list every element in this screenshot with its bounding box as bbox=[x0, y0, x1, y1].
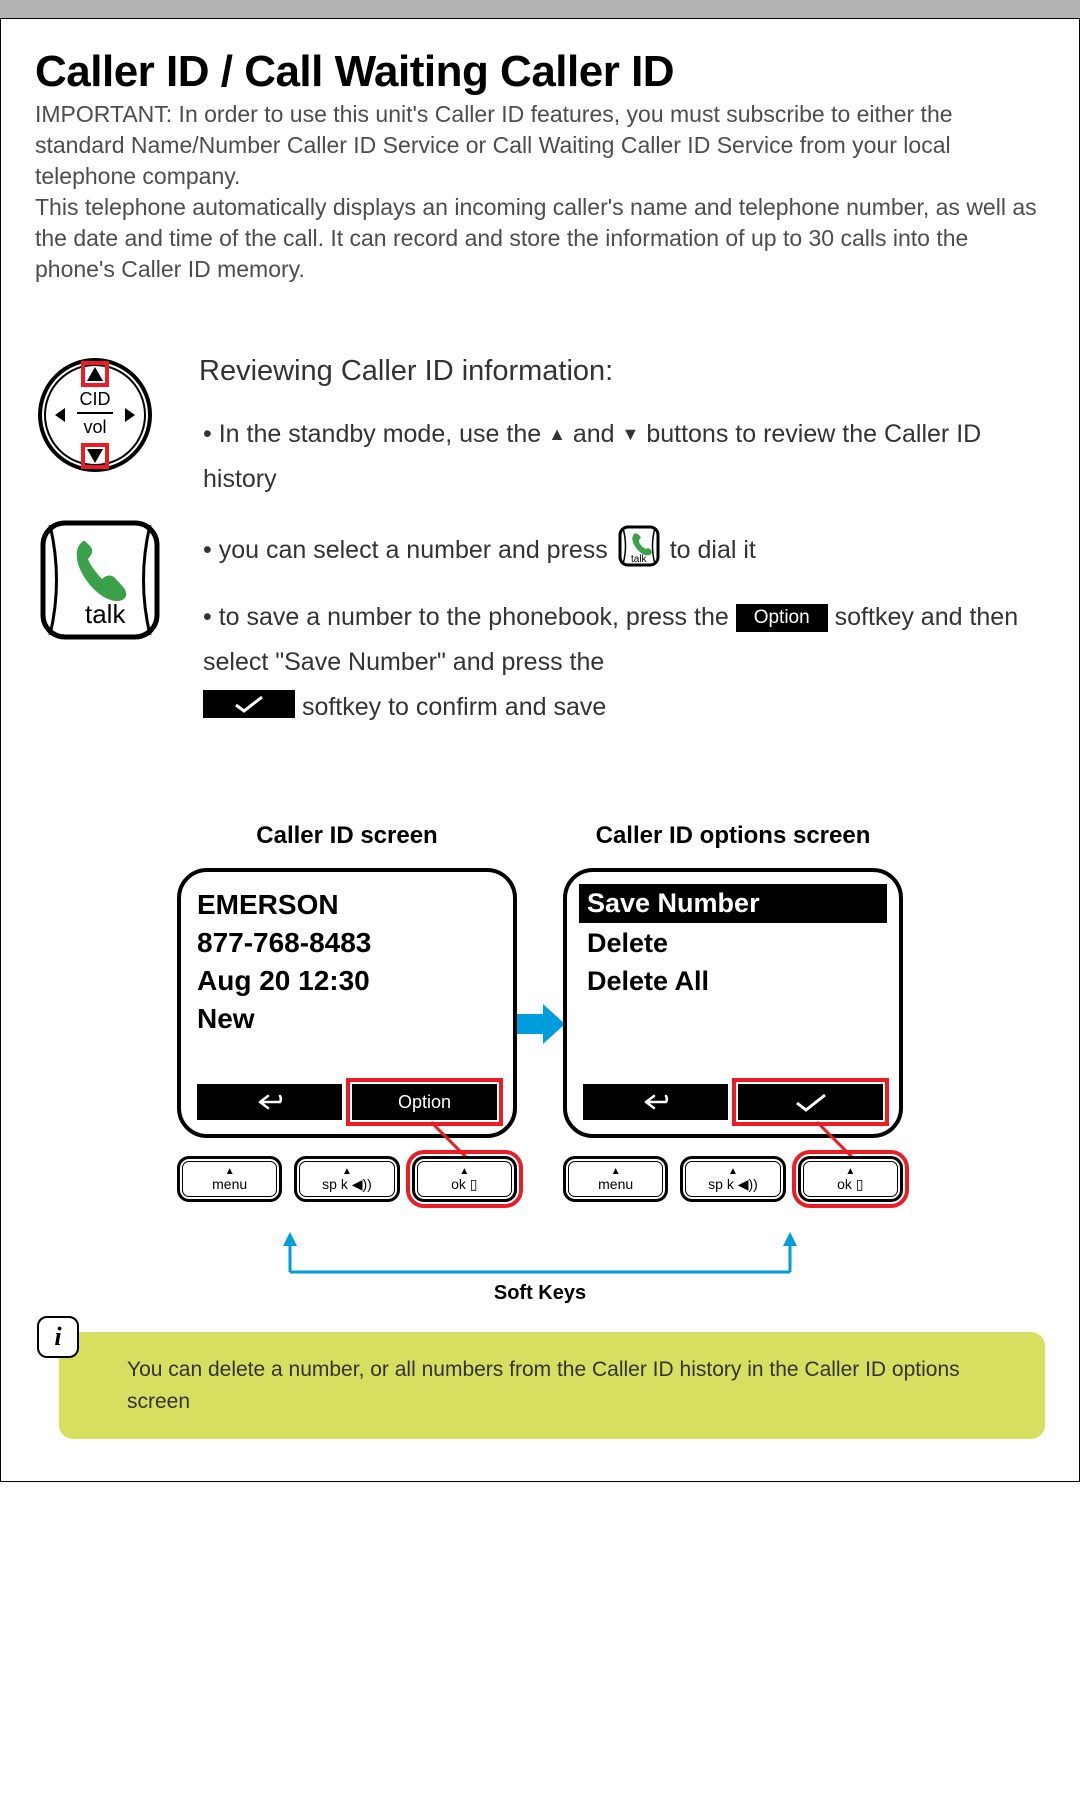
b3-prefix: • to save a number to the phonebook, pre… bbox=[203, 603, 736, 631]
hw-keys-right: ▲menu ▲ sp k ◀)) ▲ ok ▯ bbox=[563, 1156, 903, 1202]
review-bullet-2: • you can select a number and press talk… bbox=[199, 524, 1045, 573]
cid-softkey-back bbox=[197, 1084, 342, 1120]
talk-button-label: talk bbox=[85, 599, 126, 629]
speaker-icon: ◀)) bbox=[738, 1176, 758, 1192]
options-item-selected: Save Number bbox=[579, 884, 887, 923]
b2-prefix: • you can select a number and press bbox=[203, 536, 615, 564]
option-softkey-chip: Option bbox=[736, 604, 828, 632]
menu-key: ▲menu bbox=[563, 1156, 668, 1202]
right-arrow-icon bbox=[515, 1002, 565, 1051]
talk-button-icon: talk bbox=[35, 515, 175, 645]
check-softkey-chip bbox=[203, 690, 295, 718]
options-screen-column: Caller ID options screen Save Number Del… bbox=[563, 822, 903, 1202]
cid-status: New bbox=[197, 1000, 497, 1038]
caller-id-screen-column: Caller ID screen EMERSON 877-768-8483 Au… bbox=[177, 822, 517, 1202]
cid-caller-name: EMERSON bbox=[197, 886, 497, 924]
options-item: Delete bbox=[583, 925, 883, 963]
svg-text:talk: talk bbox=[631, 554, 648, 565]
speaker-icon: ◀)) bbox=[352, 1176, 372, 1192]
page-title: Caller ID / Call Waiting Caller ID bbox=[35, 47, 1045, 97]
menu-key: ▲menu bbox=[177, 1156, 282, 1202]
tip-box: i You can delete a number, or all number… bbox=[35, 1332, 1045, 1439]
review-instructions: Reviewing Caller ID information: • In th… bbox=[199, 355, 1045, 752]
review-bullet-3: • to save a number to the phonebook, pre… bbox=[199, 595, 1045, 730]
softkeys-connector: Soft Keys bbox=[35, 1232, 1045, 1302]
ok-key: ▲ ok ▯ bbox=[798, 1156, 903, 1202]
options-item: Delete All bbox=[583, 963, 883, 1001]
hw-keys-left: ▲menu ▲ sp k ◀)) ▲ ok ▯ bbox=[177, 1156, 517, 1202]
info-icon: i bbox=[37, 1316, 79, 1358]
opts-softkey-confirm bbox=[738, 1084, 883, 1120]
b1-mid: and bbox=[573, 420, 622, 448]
cid-softkey-option: Option bbox=[352, 1084, 497, 1120]
options-screen-title: Caller ID options screen bbox=[563, 822, 903, 850]
spk-key: ▲ sp k ◀)) bbox=[680, 1156, 785, 1202]
caller-id-screen-title: Caller ID screen bbox=[177, 822, 517, 850]
check-icon bbox=[791, 1092, 831, 1112]
top-grey-strip bbox=[0, 0, 1080, 18]
talk-mini-icon: talk bbox=[617, 524, 661, 568]
spk-key: ▲ sp k ◀)) bbox=[294, 1156, 399, 1202]
cid-caller-number: 877-768-8483 bbox=[197, 924, 497, 962]
ok-key: ▲ ok ▯ bbox=[412, 1156, 517, 1202]
review-heading: Reviewing Caller ID information: bbox=[199, 355, 1045, 388]
options-screen: Save Number Delete Delete All bbox=[563, 868, 903, 1138]
softkeys-label: Soft Keys bbox=[35, 1282, 1045, 1305]
opts-softkey-back bbox=[583, 1084, 728, 1120]
nav-pad-vol-label: vol bbox=[83, 417, 106, 437]
page-icon: ▯ bbox=[856, 1176, 864, 1192]
manual-page: Caller ID / Call Waiting Caller ID IMPOR… bbox=[0, 18, 1080, 1482]
b1-prefix: • In the standby mode, use the bbox=[203, 420, 548, 448]
nav-pad-icon: CID vol bbox=[35, 355, 175, 475]
page-icon: ▯ bbox=[470, 1176, 478, 1192]
screens-comparison: Caller ID screen EMERSON 877-768-8483 Au… bbox=[35, 822, 1045, 1202]
up-triangle-icon: ▲ bbox=[548, 424, 566, 444]
back-arrow-icon bbox=[250, 1093, 290, 1111]
review-bullet-1: • In the standby mode, use the ▲ and ▼ b… bbox=[199, 412, 1045, 502]
cid-datetime: Aug 20 12:30 bbox=[197, 962, 497, 1000]
nav-pad-cid-label: CID bbox=[80, 389, 111, 409]
intro-text: IMPORTANT: In order to use this unit's C… bbox=[35, 99, 1045, 285]
caller-id-screen: EMERSON 877-768-8483 Aug 20 12:30 New Op… bbox=[177, 868, 517, 1138]
b2-suffix: to dial it bbox=[670, 536, 756, 564]
back-arrow-icon bbox=[636, 1093, 676, 1111]
b3-suffix: softkey to confirm and save bbox=[302, 693, 606, 721]
review-icon-column: CID vol talk bbox=[35, 355, 175, 645]
tip-text: You can delete a number, or all numbers … bbox=[59, 1332, 1045, 1439]
down-triangle-icon: ▼ bbox=[622, 424, 640, 444]
